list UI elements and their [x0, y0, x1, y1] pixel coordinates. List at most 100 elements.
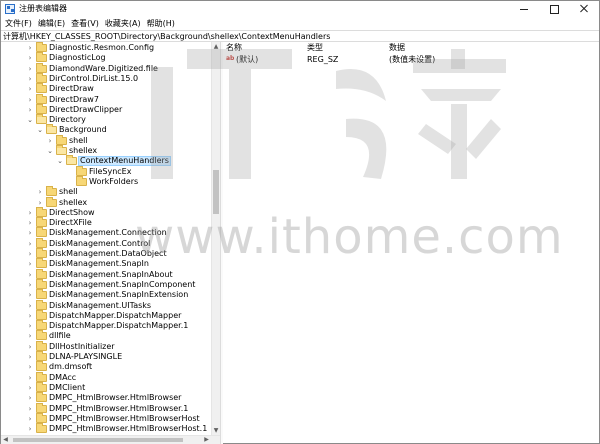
chevron-right-icon[interactable]: › — [26, 54, 34, 62]
chevron-right-icon[interactable]: › — [26, 322, 34, 330]
close-button[interactable] — [569, 1, 599, 17]
tree-item[interactable]: › DispatchMapper.DispatchMapper — [1, 309, 211, 321]
chevron-right-icon[interactable]: › — [26, 44, 34, 52]
chevron-right-icon[interactable]: › — [26, 415, 34, 423]
folder-icon — [36, 392, 47, 403]
tree-item[interactable]: › DispatchMapper.DispatchMapper.1 — [1, 320, 211, 331]
chevron-right-icon[interactable]: › — [26, 302, 34, 310]
tree-item-label: DiskManagement.UITasks — [49, 300, 152, 310]
maximize-button[interactable] — [539, 1, 569, 17]
tree-item[interactable]: › DMPC_HtmlBrowser.HtmlBrowser — [1, 392, 211, 403]
tree-item[interactable]: › DMClient — [1, 381, 211, 393]
scroll-left-arrow-icon[interactable]: ◀ — [1, 436, 10, 444]
chevron-right-icon[interactable]: › — [26, 240, 34, 248]
menu-favorites[interactable]: 收藏夹(A) — [103, 17, 143, 30]
chevron-right-icon[interactable]: › — [26, 374, 34, 382]
folder-icon — [36, 83, 47, 94]
scroll-right-arrow-icon[interactable]: ▶ — [202, 436, 211, 444]
tree-item[interactable]: › DllHostInitializer — [1, 340, 211, 352]
chevron-right-icon[interactable]: › — [36, 188, 44, 196]
tree-item[interactable]: › DiskManagement.UITasks — [1, 299, 211, 311]
chevron-right-icon[interactable]: › — [26, 65, 34, 73]
tree-item-label: shell — [59, 187, 78, 197]
folder-icon — [36, 248, 47, 258]
menu-bar: 文件(F) 编辑(E) 查看(V) 收藏夹(A) 帮助(H) — [1, 17, 599, 30]
chevron-right-icon[interactable]: › — [26, 405, 34, 413]
address-bar[interactable]: 计算机\HKEY_CLASSES_ROOT\Directory\Backgrou… — [1, 30, 599, 42]
ithome-logo-watermark — [151, 49, 506, 179]
chevron-right-icon[interactable]: › — [26, 332, 34, 340]
title-bar[interactable]: 注册表编辑器 — [1, 1, 599, 17]
chevron-down-icon[interactable]: ⌄ — [56, 157, 64, 165]
chevron-right-icon[interactable]: › — [26, 343, 34, 351]
folder-icon — [66, 155, 77, 166]
tree-horizontal-scrollbar[interactable]: ◀ ▶ — [1, 435, 220, 444]
registry-editor-window: 注册表编辑器 文件(F) 编辑(E) 查看(V) 收藏夹(A) 帮助(H) 计算… — [0, 0, 600, 444]
chevron-right-icon[interactable]: › — [26, 271, 34, 279]
folder-icon — [36, 330, 47, 341]
chevron-right-icon[interactable]: › — [26, 312, 34, 320]
chevron-right-icon[interactable]: › — [36, 199, 44, 207]
tree-item[interactable]: › dm.dmsoft — [1, 361, 211, 372]
chevron-right-icon[interactable]: › — [26, 425, 34, 433]
folder-icon — [36, 299, 47, 310]
chevron-down-icon[interactable]: ⌄ — [26, 116, 34, 124]
folder-icon — [36, 237, 47, 248]
tree-item-label: DLNA-PLAYSINGLE — [49, 352, 123, 361]
chevron-right-icon[interactable]: › — [26, 384, 34, 392]
tree-item-label: DMClient — [49, 382, 86, 392]
chevron-right-icon[interactable]: › — [26, 394, 34, 402]
chevron-right-icon[interactable]: › — [26, 260, 34, 268]
scroll-down-arrow-icon[interactable]: ▼ — [212, 426, 220, 435]
chevron-right-icon[interactable]: › — [26, 353, 34, 361]
chevron-down-icon[interactable]: ⌄ — [36, 126, 44, 134]
tree-item-label: FileSyncEx — [89, 166, 132, 176]
tree-item-label: DiamondWare.Digitized.file — [49, 63, 158, 73]
tree-item-label: dm.dmsoft — [49, 362, 93, 372]
tree-item[interactable]: › shellex — [1, 196, 211, 208]
chevron-right-icon[interactable]: › — [26, 229, 34, 237]
folder-icon — [36, 381, 47, 392]
chevron-right-icon[interactable]: › — [26, 209, 34, 217]
chevron-right-icon[interactable]: › — [26, 96, 34, 104]
tree-item[interactable]: › DMPC_HtmlBrowser.HtmlBrowserHost — [1, 412, 211, 424]
tree-item[interactable]: › DMPC_HtmlBrowser.HtmlBrowserHost.1 — [1, 423, 211, 434]
tree-hscroll-thumb[interactable] — [13, 438, 183, 442]
chevron-right-icon[interactable]: › — [26, 250, 34, 258]
chevron-right-icon[interactable]: › — [26, 106, 34, 114]
chevron-right-icon[interactable]: › — [26, 219, 34, 227]
chevron-right-icon[interactable]: › — [26, 363, 34, 371]
minimize-button[interactable] — [509, 1, 539, 17]
tree-item-label: DirectDraw — [49, 84, 94, 94]
chevron-right-icon[interactable]: › — [26, 281, 34, 289]
tree-item[interactable]: › shell — [1, 186, 211, 197]
tree-item[interactable]: › DiskManagement.SnapInComponent — [1, 278, 211, 290]
chevron-right-icon[interactable]: › — [26, 291, 34, 299]
tree-item-label: DiagnosticLog — [49, 53, 106, 63]
address-path[interactable]: 计算机\HKEY_CLASSES_ROOT\Directory\Backgrou… — [3, 31, 330, 42]
chevron-right-icon[interactable]: › — [26, 85, 34, 93]
tree-item[interactable]: › DMPC_HtmlBrowser.HtmlBrowser.1 — [1, 402, 211, 414]
watermark-text: www.ithome.com — [135, 209, 564, 265]
menu-view[interactable]: 查看(V) — [69, 17, 101, 30]
tree-item-label: DMPC_HtmlBrowser.HtmlBrowser — [49, 393, 182, 403]
folder-icon — [76, 175, 87, 186]
folder-icon — [36, 351, 47, 361]
tree-item-label: Diagnostic.Resmon.Config — [49, 43, 155, 52]
menu-edit[interactable]: 编辑(E) — [36, 17, 67, 30]
menu-file[interactable]: 文件(F) — [3, 17, 34, 30]
chevron-down-icon[interactable]: ⌄ — [46, 147, 54, 155]
tree-item[interactable]: › DLNA-PLAYSINGLE — [1, 351, 211, 362]
tree-item[interactable]: › DiskManagement.SnapInAbout — [1, 268, 211, 280]
tree-item[interactable]: › DiskManagement.SnapInExtension — [1, 289, 211, 300]
folder-icon — [36, 371, 47, 382]
folder-icon — [46, 186, 57, 197]
chevron-right-icon[interactable]: › — [26, 75, 34, 83]
menu-help[interactable]: 帮助(H) — [145, 17, 177, 30]
folder-icon — [36, 52, 47, 63]
folder-icon — [36, 206, 47, 217]
chevron-right-icon[interactable]: › — [46, 137, 54, 145]
tree-item[interactable]: › dllfile — [1, 330, 211, 341]
tree-item[interactable]: › DMAcc — [1, 371, 211, 383]
folder-icon — [36, 103, 47, 114]
